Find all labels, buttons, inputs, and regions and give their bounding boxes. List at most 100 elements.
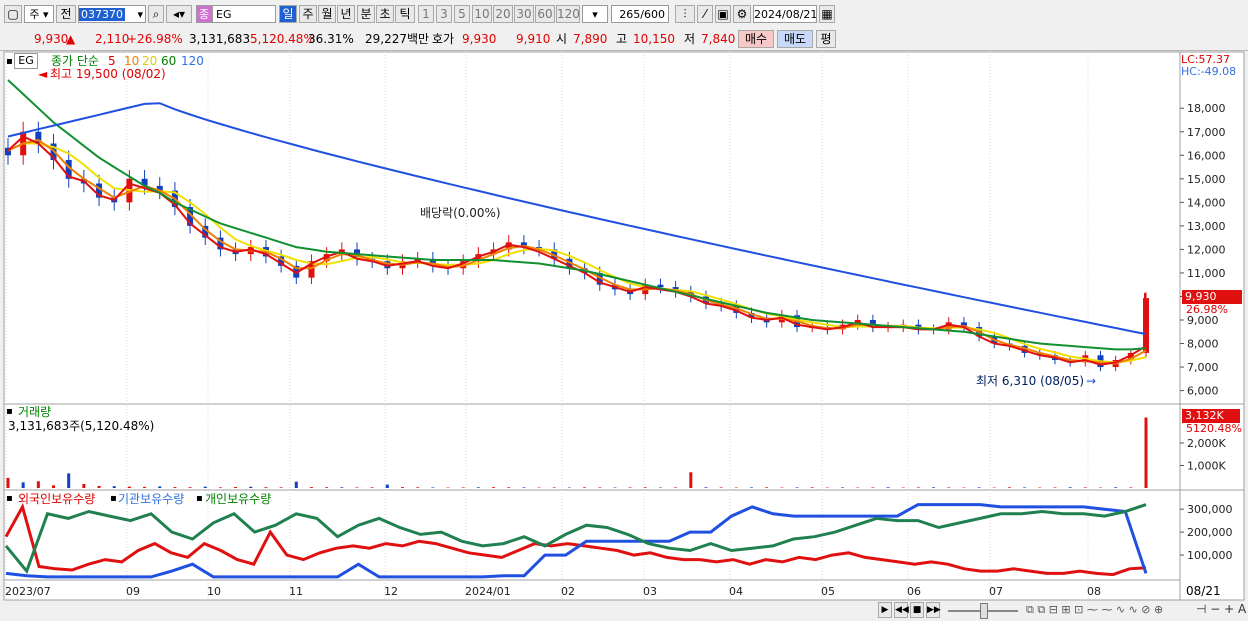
zoom-slider-handle[interactable]	[980, 603, 988, 619]
volume-bar	[947, 487, 951, 488]
volume-bar	[294, 481, 298, 488]
x-tick-label: 09	[126, 585, 140, 598]
volume-bar	[325, 487, 329, 488]
volume-bar	[188, 487, 192, 488]
volume-bar	[82, 483, 86, 488]
price-tag: 9,930	[1182, 290, 1242, 304]
volume-bar	[6, 477, 10, 488]
axis-date-label: 08/21	[1186, 584, 1221, 598]
volume-bar	[841, 487, 845, 488]
volume-bar	[810, 487, 814, 488]
y-tick-label: 8,000	[1187, 338, 1219, 351]
volume-bar	[461, 487, 465, 488]
forward-icon[interactable]: ▶▶	[926, 602, 941, 618]
volume-bar	[36, 481, 40, 488]
low-note-arrow-icon: →	[1086, 374, 1097, 388]
y-tick-label: 13,000	[1187, 220, 1226, 233]
volume-bar	[628, 487, 632, 488]
legend-code: EG	[14, 53, 38, 69]
y-tick-label: 12,000	[1187, 243, 1226, 256]
holding-label-institution: 기관보유수량	[118, 492, 185, 506]
x-tick-label: 12	[384, 585, 398, 598]
x-tick-label: 06	[907, 585, 921, 598]
y-tick-label: 17,000	[1187, 126, 1226, 139]
volume-bar	[886, 487, 890, 488]
volume-bar	[340, 487, 344, 488]
holding-tick-label: 100,000	[1187, 549, 1233, 562]
volume-bar	[401, 487, 405, 488]
volume-bar	[67, 473, 71, 488]
legend-ma-60: 60	[161, 54, 177, 68]
x-tick-label: 2023/07	[5, 585, 51, 598]
x-tick-label: 08	[1087, 585, 1101, 598]
volume-bar	[203, 486, 207, 488]
holding-tick-label: 200,000	[1187, 526, 1233, 539]
volume-bar	[583, 487, 587, 488]
legend-marker-icon: ▪	[6, 56, 13, 67]
volume-title: 거래량	[18, 405, 52, 419]
volume-panel	[3, 403, 1245, 491]
volume-bar	[143, 486, 147, 488]
y-tick-label: 15,000	[1187, 173, 1226, 186]
volume-bar	[1007, 487, 1011, 488]
volume-bar	[279, 487, 283, 488]
x-tick-label: 2024/01	[465, 585, 511, 598]
play-icon[interactable]: ▶	[878, 602, 892, 618]
holding-label-foreign: 외국인보유수량	[18, 492, 96, 506]
dividend-note: 배당락(0.00%)	[420, 206, 501, 220]
volume-bar	[1068, 487, 1072, 488]
volume-bar	[218, 487, 222, 488]
volume-bar	[1144, 417, 1148, 488]
view-tools-icon[interactable]: ⧉ ⧉ ⊟ ⊞ ⊡ ⁓ ⁓ ∿ ∿ ⊘ ⊕	[1026, 603, 1163, 617]
volume-bar	[127, 486, 131, 488]
y-tick-label: 6,000	[1187, 385, 1219, 398]
volume-tag: 3,132K	[1182, 409, 1240, 423]
holding-marker-icon: ▪	[110, 493, 117, 504]
x-tick-label: 03	[643, 585, 657, 598]
volume-bar	[492, 487, 496, 488]
volume-bar	[522, 487, 526, 488]
percent-tag: 26.98%	[1186, 303, 1228, 316]
volume-bar	[1083, 487, 1087, 488]
volume-bar	[476, 487, 480, 488]
volume-bar	[309, 487, 313, 488]
x-tick-label: 10	[207, 585, 221, 598]
zoom-controls-icon[interactable]: ⊣ − + A	[1196, 602, 1246, 616]
legend-ma-20: 20	[142, 54, 158, 68]
volume-bar	[370, 487, 374, 488]
volume-bar	[1129, 487, 1133, 488]
volume-bar	[674, 487, 678, 488]
stock-chart[interactable]: 6,0007,0008,0009,00010,00011,00012,00013…	[0, 0, 1248, 621]
holding-marker-icon: ▪	[6, 493, 13, 504]
high-note: 최고 19,500 (08/02)	[50, 67, 166, 81]
volume-bar	[552, 487, 556, 488]
volume-bar	[507, 487, 511, 488]
legend-ma-10: 10	[124, 54, 140, 68]
volume-bar	[689, 472, 693, 488]
rewind-icon[interactable]: ◀◀	[894, 602, 909, 618]
volume-bar	[97, 485, 101, 488]
volume-bar	[52, 485, 56, 488]
volume-bar	[1053, 487, 1057, 488]
holding-tick-label: 300,000	[1187, 503, 1233, 516]
volume-bar	[749, 487, 753, 488]
x-tick-label: 02	[561, 585, 575, 598]
volume-tick-label: 2,000K	[1187, 437, 1226, 450]
volume-bar	[795, 487, 799, 488]
volume-bar	[1114, 487, 1118, 488]
stop-icon[interactable]: ■	[910, 602, 924, 618]
volume-bar	[719, 487, 723, 488]
y-tick-label: 16,000	[1187, 149, 1226, 162]
volume-bar	[355, 487, 359, 488]
low-note: 최저 6,310 (08/05)	[976, 374, 1085, 388]
x-tick-label: 05	[821, 585, 835, 598]
volume-bar	[916, 487, 920, 488]
volume-bar	[112, 486, 116, 488]
hc-value: HC:-49.08	[1181, 65, 1237, 78]
volume-bar	[598, 487, 602, 488]
volume-tick-label: 1,000K	[1187, 460, 1226, 473]
volume-bar	[158, 486, 162, 488]
legend-ma-5: 5	[108, 54, 116, 68]
volume-bar	[249, 486, 253, 488]
high-note-arrow-icon: ◄	[38, 67, 48, 81]
